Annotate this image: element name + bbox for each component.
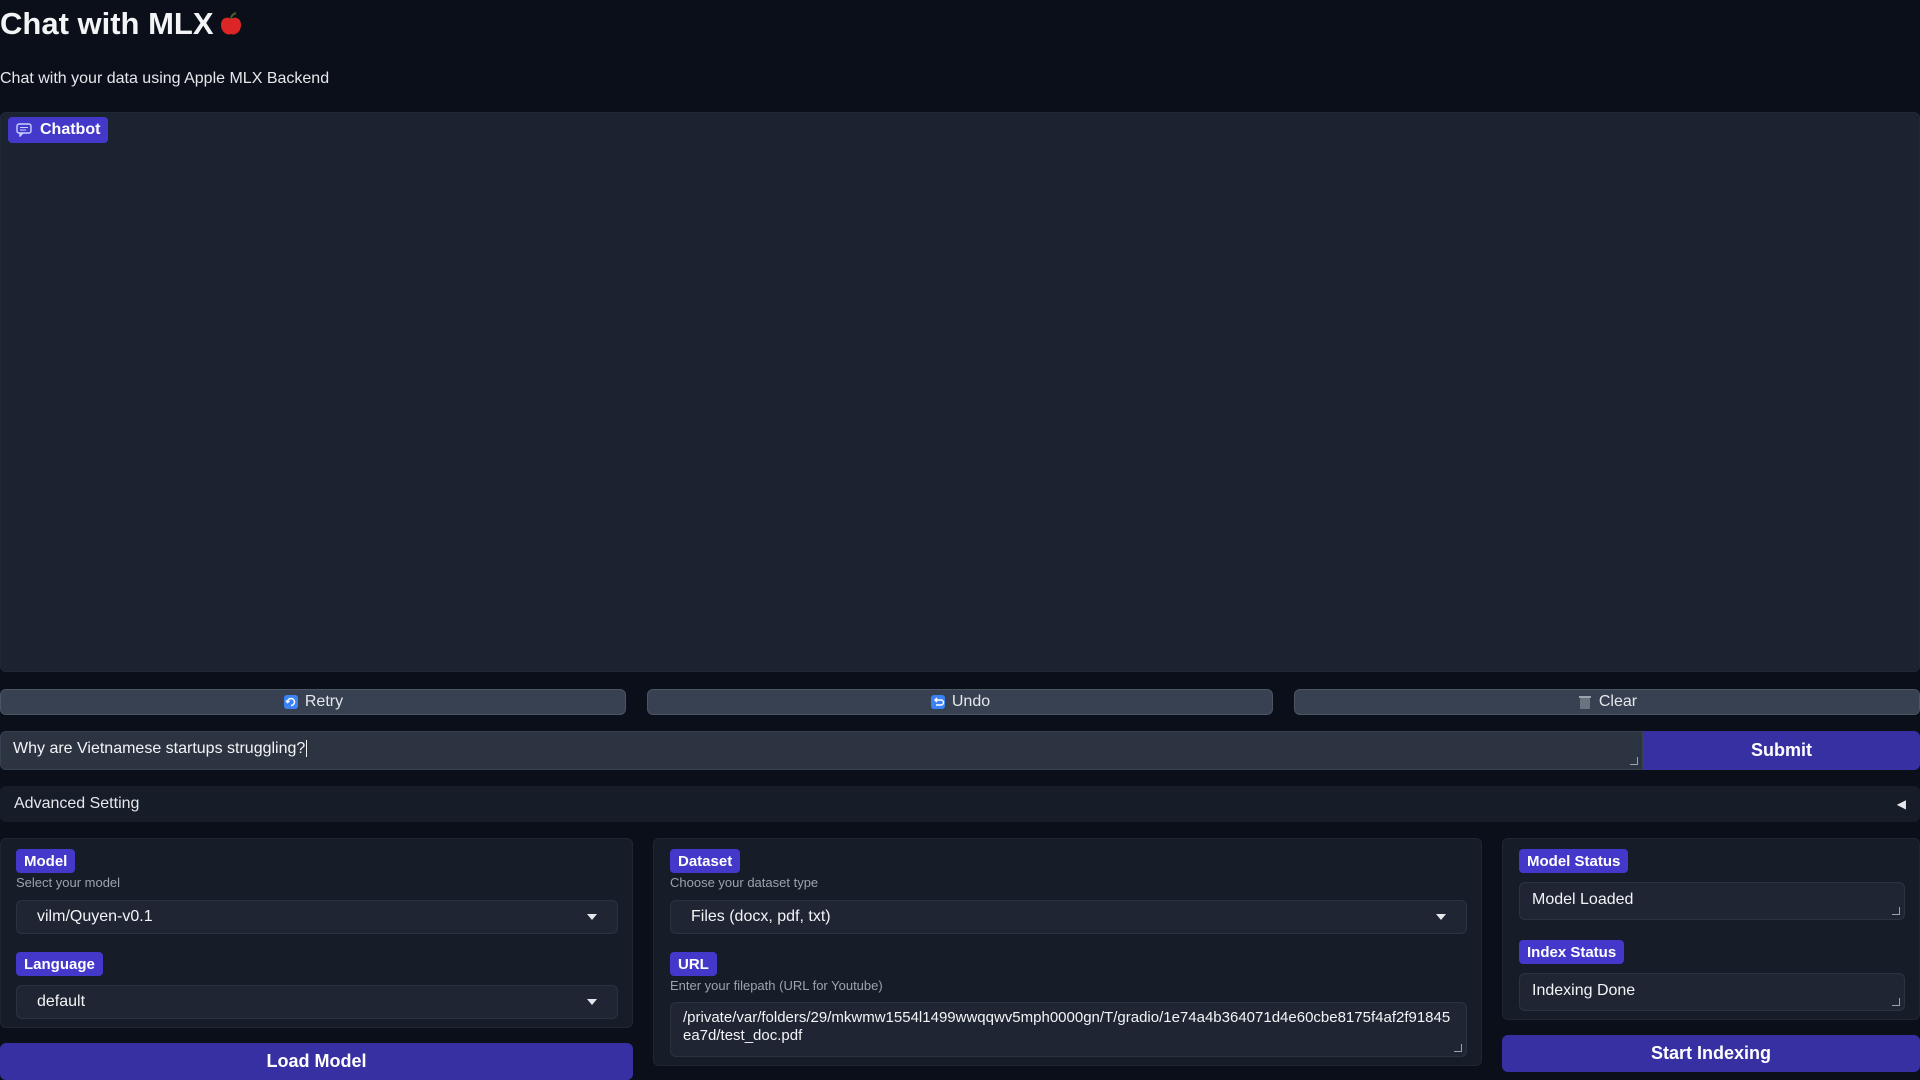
load-model-button[interactable]: Load Model (0, 1043, 633, 1080)
clear-button[interactable]: Clear (1294, 689, 1920, 715)
message-row: Why are Vietnamese startups struggling? … (0, 731, 1920, 770)
model-select[interactable]: vilm/Quyen-v0.1 (16, 900, 618, 934)
index-status-text: Indexing Done (1532, 982, 1636, 999)
dataset-select-value: Files (docx, pdf, txt) (691, 908, 831, 925)
chevron-down-icon (1436, 914, 1446, 920)
resize-handle-icon[interactable] (1892, 998, 1900, 1006)
dataset-label: Dataset (670, 849, 741, 873)
chatbot-label: Chatbot (8, 117, 109, 143)
advanced-setting-accordion[interactable]: Advanced Setting ◀ (0, 786, 1920, 822)
index-status-label: Index Status (1519, 940, 1625, 964)
resize-handle-icon[interactable] (1630, 757, 1638, 765)
trash-icon (1578, 696, 1591, 709)
undo-label: Undo (951, 693, 991, 710)
model-select-value: vilm/Quyen-v0.1 (37, 908, 153, 925)
clear-label: Clear (1598, 693, 1638, 710)
chatbot-label-text: Chatbot (40, 121, 101, 138)
url-hint: Enter your filepath (URL for Youtube) (670, 978, 883, 993)
retry-icon (283, 695, 298, 709)
resize-handle-icon[interactable] (1892, 907, 1900, 915)
submit-button[interactable]: Submit (1643, 731, 1920, 770)
model-panel: Model Select your model vilm/Quyen-v0.1 … (0, 838, 633, 1028)
dataset-panel: Dataset Choose your dataset type Files (… (653, 838, 1482, 1066)
page-title: Chat with MLX (0, 6, 244, 42)
retry-label: Retry (304, 693, 344, 710)
chevron-down-icon (587, 999, 597, 1005)
retry-button[interactable]: Retry (0, 689, 626, 715)
url-input-text: /private/var/folders/29/mkwmw1554l1499ww… (683, 1009, 1451, 1044)
dataset-select[interactable]: Files (docx, pdf, txt) (670, 900, 1467, 934)
apple-icon (220, 12, 241, 35)
start-indexing-button[interactable]: Start Indexing (1502, 1035, 1920, 1072)
url-label: URL (670, 952, 717, 976)
model-status-field[interactable]: Model Loaded (1519, 882, 1905, 920)
model-label: Model (16, 849, 76, 873)
index-status-field[interactable]: Indexing Done (1519, 973, 1905, 1011)
advanced-setting-label: Advanced Setting (14, 795, 140, 812)
chat-icon (16, 123, 32, 137)
resize-handle-icon[interactable] (1454, 1044, 1462, 1052)
language-select-value: default (37, 993, 86, 1010)
status-panel: Model Status Model Loaded Index Status I… (1502, 838, 1920, 1020)
page-subtitle: Chat with your data using Apple MLX Back… (0, 70, 330, 87)
page-title-text: Chat with MLX (0, 6, 214, 41)
message-input-text: Why are Vietnamese startups struggling? (13, 740, 306, 757)
message-input[interactable]: Why are Vietnamese startups struggling? (0, 731, 1643, 770)
dataset-hint: Choose your dataset type (670, 875, 819, 890)
model-status-text: Model Loaded (1532, 891, 1634, 908)
language-select[interactable]: default (16, 985, 618, 1019)
model-status-label: Model Status (1519, 849, 1629, 873)
language-label: Language (16, 952, 103, 976)
chatbot-area (0, 112, 1920, 672)
undo-icon (930, 695, 945, 709)
model-hint: Select your model (16, 875, 121, 890)
collapse-arrow-icon[interactable]: ◀ (1897, 797, 1906, 811)
chevron-down-icon (587, 914, 597, 920)
undo-button[interactable]: Undo (647, 689, 1273, 715)
url-input[interactable]: /private/var/folders/29/mkwmw1554l1499ww… (670, 1002, 1467, 1057)
